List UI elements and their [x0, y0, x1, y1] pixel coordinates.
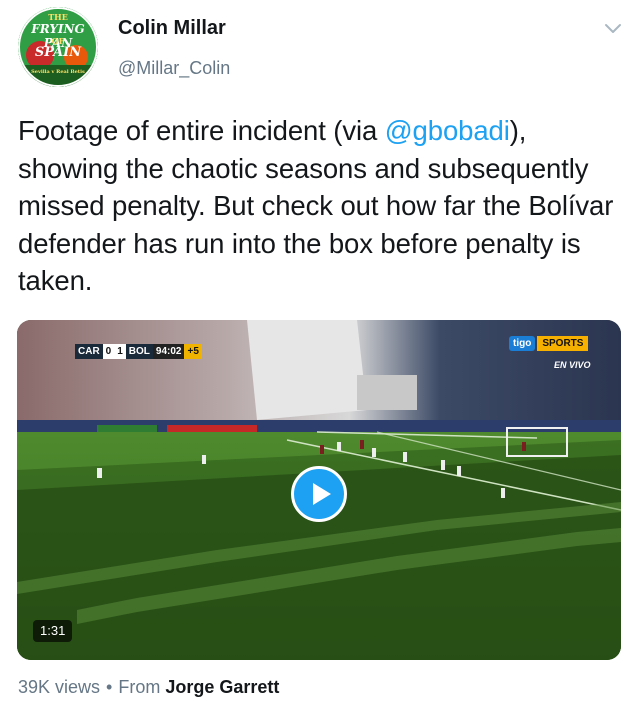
- live-label: EN VIVO: [554, 360, 591, 370]
- scoreboard: CAR 0 1 BOL 94:02 +5: [75, 344, 202, 359]
- tweet-text-part: Footage of entire incident (via: [18, 115, 385, 146]
- avatar[interactable]: THE FRYING PAN OF SPAIN Sevilla v Real B…: [18, 7, 98, 87]
- mention-link[interactable]: @gbobadi: [385, 115, 510, 146]
- author-handle[interactable]: @Millar_Colin: [118, 58, 230, 79]
- view-count: 39K views: [18, 677, 101, 697]
- match-time: 94:02: [152, 344, 185, 359]
- sports-logo: SPORTS: [537, 336, 589, 351]
- added-time: +5: [184, 344, 202, 359]
- separator: •: [106, 677, 113, 697]
- video-player[interactable]: CAR 0 1 BOL 94:02 +5 tigo SPORTS EN VIVO…: [17, 320, 621, 660]
- chevron-down-icon[interactable]: [602, 20, 624, 38]
- broadcaster-logo: tigo SPORTS: [509, 336, 589, 351]
- away-score: 1: [114, 344, 126, 359]
- from-user-link[interactable]: Jorge Garrett: [165, 677, 279, 697]
- tigo-logo: tigo: [509, 336, 536, 351]
- away-team: BOL: [125, 344, 153, 359]
- video-duration: 1:31: [33, 620, 73, 642]
- avatar-logo-text: THE FRYING PAN OF SPAIN Sevilla v Real B…: [18, 7, 98, 87]
- tweet-text: Footage of entire incident (via @gbobadi…: [18, 112, 623, 300]
- from-label: From: [118, 677, 161, 697]
- avatar-line: THE: [48, 12, 68, 22]
- home-team: CAR: [75, 344, 103, 359]
- author-name[interactable]: Colin Millar: [118, 17, 226, 40]
- avatar-line: Sevilla v Real Betis: [31, 69, 85, 75]
- tweet-meta: 39K views • From Jorge Garrett: [18, 677, 279, 698]
- play-icon: [313, 483, 331, 505]
- avatar-line: SPAIN: [34, 45, 82, 60]
- home-score: 0: [102, 344, 115, 359]
- play-button[interactable]: [291, 466, 347, 522]
